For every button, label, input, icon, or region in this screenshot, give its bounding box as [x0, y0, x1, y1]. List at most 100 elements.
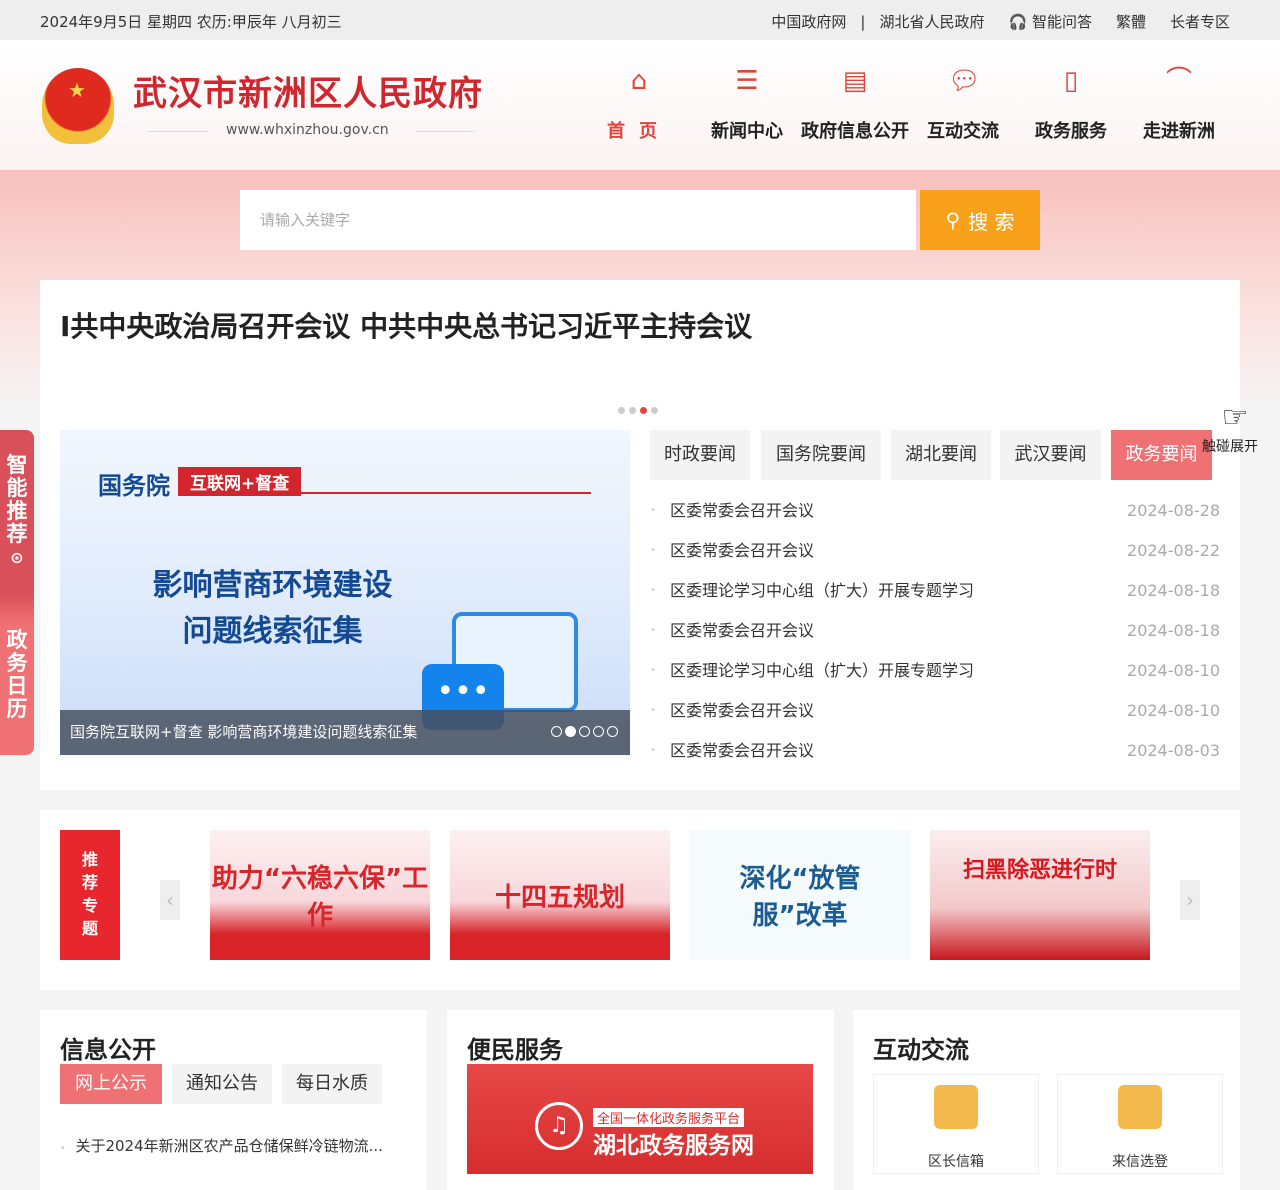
slide-tag: 互联网+督查: [178, 467, 302, 496]
headline-pager[interactable]: [618, 407, 658, 414]
topic-banner[interactable]: 助力“六稳六保”工作: [210, 830, 430, 960]
document-icon: ☰: [735, 66, 759, 96]
card-title: 便民服务: [467, 1036, 563, 1064]
tab-current-affairs[interactable]: 时政要闻: [650, 430, 750, 480]
news-title: 区委理论学习中心组（扩大）开展专题学习: [670, 661, 975, 680]
carousel-slide[interactable]: 国务院 互联网+督查 影响营商环境建设 问题线索征集 ••• 国务院互联网+督查…: [60, 430, 630, 755]
search-label: 搜 索: [968, 209, 1015, 234]
touch-expand[interactable]: ☞ 触碰展开: [1202, 400, 1258, 456]
service-logo-icon: ♫: [535, 1102, 583, 1150]
news-item[interactable]: • 区委常委会召开会议 2024-08-18: [650, 611, 1220, 651]
tab-online-notice[interactable]: 网上公示: [60, 1064, 162, 1104]
site-name[interactable]: 武汉市新洲区人民政府: [133, 66, 483, 115]
tab-gov-affairs[interactable]: 政务要闻: [1111, 430, 1212, 480]
bullet: •: [650, 585, 656, 596]
nav-label: 政府信息公开: [801, 121, 909, 142]
envelope-icon: [934, 1085, 978, 1129]
slide-line1: 影响营商环境建设: [152, 568, 393, 603]
bullet: •: [650, 545, 656, 556]
nav-home[interactable]: ⌂ 首页: [584, 65, 694, 143]
ai-qa-link[interactable]: 🎧 智能问答: [1008, 11, 1091, 32]
prev-arrow-icon[interactable]: ‹: [160, 880, 180, 920]
search-icon: ⚲: [945, 208, 961, 232]
gov-calendar[interactable]: 政务日历: [6, 629, 29, 721]
bullet: •: [650, 745, 656, 756]
topic-banner[interactable]: 深化“放管服”改革: [690, 830, 910, 960]
arrow-circle-icon: ⊙: [10, 548, 24, 567]
tab-wuhan[interactable]: 武汉要闻: [1000, 430, 1101, 480]
nav-info-open[interactable]: ▤ 政府信息公开: [800, 65, 910, 143]
news-title: 区委常委会召开会议: [670, 541, 815, 560]
news-item[interactable]: • 区委常委会召开会议 2024-08-10: [650, 691, 1220, 731]
next-arrow-icon[interactable]: ›: [1180, 880, 1200, 920]
top-bar: 2024年9月5日 星期四 农历:甲辰年 八月初三 中国政府网 | 湖北省人民政…: [0, 0, 1280, 40]
slide-pager[interactable]: [551, 726, 618, 737]
traditional-link[interactable]: 繁體: [1116, 11, 1146, 32]
headline[interactable]: I共中央政治局召开会议 中共中央总书记习近平主持会议: [60, 305, 752, 345]
site-url: www.whxinzhou.gov.cn: [226, 122, 389, 138]
nav-label: 走进新洲: [1143, 121, 1215, 142]
news-title: 区委常委会召开会议: [670, 701, 815, 720]
nav-label: 新闻中心: [711, 121, 783, 142]
nav-interact[interactable]: 💬︎ 互动交流: [908, 65, 1018, 143]
nav-label: 首页: [607, 121, 671, 142]
news-date: 2024-08-03: [1127, 741, 1220, 760]
search-button[interactable]: ⚲ 搜 索: [920, 190, 1040, 250]
mayor-mailbox[interactable]: 区长信箱: [873, 1074, 1039, 1174]
bullet: •: [650, 665, 656, 676]
elderly-link[interactable]: 长者专区: [1170, 11, 1230, 32]
smart-recommend[interactable]: 智能推荐: [6, 454, 29, 546]
banner-subtitle: 全国一体化政务服务平台: [593, 1108, 745, 1127]
nav-services[interactable]: ▯ 政务服务: [1016, 65, 1126, 143]
divider: [148, 131, 208, 132]
news-date: 2024-08-18: [1127, 621, 1220, 640]
info-item[interactable]: • 关于2024年新洲区农产品仓储保鲜冷链物流...: [60, 1135, 383, 1156]
nav-news[interactable]: ☰ 新闻中心: [692, 65, 802, 143]
banner-title: 湖北政务服务网: [593, 1133, 754, 1159]
side-float-panel[interactable]: 智能推荐 ⊙ 政务日历: [0, 430, 34, 755]
tab-announcements[interactable]: 通知公告: [172, 1064, 272, 1104]
news-title: 区委理论学习中心组（扩大）开展专题学习: [670, 581, 975, 600]
bullet: •: [650, 705, 656, 716]
bullet: •: [650, 505, 656, 516]
news-item[interactable]: • 区委理论学习中心组（扩大）开展专题学习 2024-08-18: [650, 571, 1220, 611]
tab-state-council[interactable]: 国务院要闻: [761, 430, 881, 480]
slide-caption: 国务院互联网+督查 影响营商环境建设问题线索征集: [60, 710, 630, 755]
landmark-icon: ⌒: [1165, 66, 1192, 96]
news-date: 2024-08-18: [1127, 581, 1220, 600]
news-date: 2024-08-10: [1127, 661, 1220, 680]
tab-water-quality[interactable]: 每日水质: [282, 1064, 382, 1104]
card-title: 信息公开: [60, 1036, 156, 1064]
news-title: 区委常委会召开会议: [670, 621, 815, 640]
separator: |: [860, 12, 866, 31]
link-china-gov[interactable]: 中国政府网: [771, 11, 846, 32]
news-title: 区委常委会召开会议: [670, 741, 815, 760]
search-input[interactable]: 请输入关键字: [240, 190, 916, 250]
document-icon: [1118, 1085, 1162, 1129]
hubei-service-banner[interactable]: ♫ 全国一体化政务服务平台 湖北政务服务网: [467, 1064, 813, 1174]
news-date: 2024-08-22: [1127, 541, 1220, 560]
chat-icon: 💬︎: [948, 66, 982, 96]
news-item[interactable]: • 区委常委会召开会议 2024-08-28: [650, 491, 1220, 531]
caption-text: 国务院互联网+督查 影响营商环境建设问题线索征集: [70, 723, 418, 741]
bullet: •: [650, 625, 656, 636]
card-title: 互动交流: [873, 1036, 969, 1064]
news-date: 2024-08-10: [1127, 701, 1220, 720]
touch-label: 触碰展开: [1202, 439, 1258, 455]
link-hubei-gov[interactable]: 湖北省人民政府: [879, 11, 984, 32]
topic-banner[interactable]: 十四五规划: [450, 830, 670, 960]
news-item[interactable]: • 区委常委会召开会议 2024-08-22: [650, 531, 1220, 571]
pointing-hand-icon: ☞: [1221, 400, 1249, 435]
nav-label: 政务服务: [1035, 121, 1107, 142]
news-item[interactable]: • 区委理论学习中心组（扩大）开展专题学习 2024-08-10: [650, 651, 1220, 691]
nav-about[interactable]: ⌒ 走进新洲: [1124, 65, 1234, 143]
news-item[interactable]: • 区委常委会召开会议 2024-08-03: [650, 731, 1220, 771]
topic-banner[interactable]: 扫黑除恶进行时: [930, 830, 1150, 960]
scroll-icon: ▤: [842, 66, 868, 96]
letters-published[interactable]: 来信选登: [1057, 1074, 1223, 1174]
headset-icon: 🎧: [1008, 13, 1028, 31]
slide-line2: 问题线索征集: [182, 614, 363, 649]
national-emblem-icon: [42, 68, 114, 144]
news-title: 区委常委会召开会议: [670, 501, 815, 520]
tab-hubei[interactable]: 湖北要闻: [891, 430, 991, 480]
